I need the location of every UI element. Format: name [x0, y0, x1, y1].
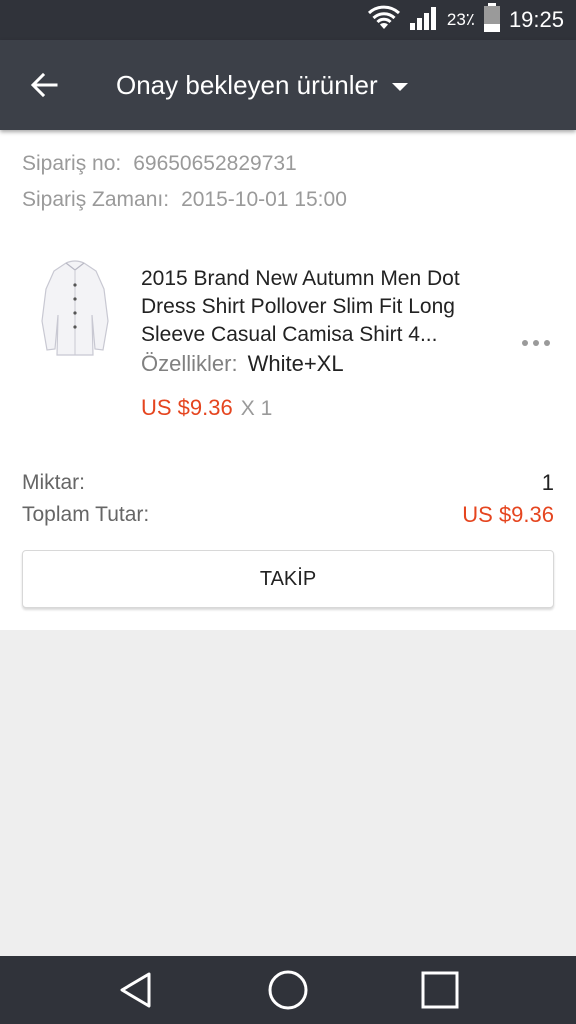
page-title: Onay bekleyen ürünler [116, 69, 378, 100]
status-icons: 23٪ 19:25 [367, 0, 564, 40]
back-arrow-icon [30, 72, 58, 98]
properties-label: Özellikler: [141, 351, 238, 376]
product-title[interactable]: 2015 Brand New Autumn Men Dot Dress Shir… [141, 265, 517, 349]
order-time-row: Sipariş Zamanı: 2015-10-01 15:00 [22, 188, 347, 212]
home-circle-icon [268, 970, 308, 1010]
quantity-value: 1 [541, 470, 554, 495]
back-button[interactable] [20, 62, 68, 108]
back-triangle-icon [120, 972, 151, 1008]
more-dots-icon [522, 340, 550, 346]
order-number-value: 69650652829731 [133, 152, 297, 175]
product-price: US $9.36 [141, 395, 233, 420]
order-number-row: Sipariş no: 69650652829731 [22, 152, 297, 176]
quantity-row: Miktar: 1 [22, 470, 554, 496]
battery-percent: 23٪ [446, 10, 476, 29]
system-nav-bar [0, 956, 576, 1024]
white-shirt-image [41, 260, 109, 356]
signal-icon [409, 5, 439, 36]
order-number-label: Sipariş no: [22, 152, 122, 175]
caret-down-icon [391, 83, 408, 91]
price-row: US $9.36 X 1 [141, 395, 272, 421]
track-button[interactable]: TAKİP [22, 550, 554, 608]
title-dropdown[interactable]: Onay bekleyen ürünler [116, 40, 408, 130]
properties-value: White+XL [247, 351, 344, 376]
product-image[interactable] [22, 255, 128, 361]
product-qty: X 1 [240, 397, 273, 420]
order-time-label: Sipariş Zamanı: [22, 188, 170, 211]
total-label: Toplam Tutar: [22, 503, 150, 526]
wifi-icon [367, 5, 401, 36]
quantity-label: Miktar: [22, 471, 85, 494]
recents-square-icon [421, 971, 459, 1009]
battery-icon [483, 2, 501, 38]
total-value: US $9.36 [462, 502, 554, 527]
product-properties: Özellikler: White+XL [141, 351, 344, 377]
nav-back-button[interactable] [106, 960, 166, 1020]
order-card: Sipariş no: 69650652829731 Sipariş Zamanı… [0, 130, 576, 630]
more-button[interactable] [518, 327, 554, 359]
product-item: 2015 Brand New Autumn Men Dot Dress Shir… [22, 255, 554, 435]
nav-recents-button[interactable] [410, 960, 470, 1020]
total-row: Toplam Tutar: US $9.36 [22, 502, 554, 528]
clock: 19:25 [508, 7, 564, 32]
nav-home-button[interactable] [258, 960, 318, 1020]
order-time-value: 2015-10-01 15:00 [181, 188, 347, 211]
app-bar: Onay bekleyen ürünler [0, 40, 576, 130]
status-bar: 23٪ 19:25 [0, 0, 576, 40]
